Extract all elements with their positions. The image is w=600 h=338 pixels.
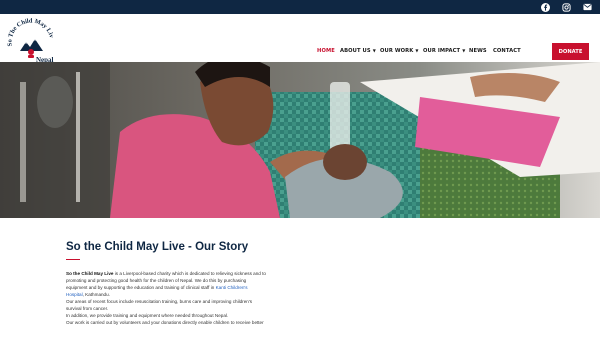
nav-news[interactable]: NEWS — [469, 48, 487, 54]
nav-our-impact[interactable]: OUR IMPACT ▼ — [423, 48, 465, 54]
nav-our-work[interactable]: OUR WORK ▼ — [380, 48, 419, 54]
facebook-icon[interactable] — [540, 2, 550, 12]
chevron-down-icon: ▼ — [415, 48, 419, 53]
chevron-down-icon: ▼ — [372, 48, 376, 53]
nav-contact[interactable]: CONTACT — [493, 48, 521, 54]
kanti-hospital-link-cont[interactable]: Hospital — [66, 292, 83, 297]
title-underline — [66, 259, 80, 261]
email-icon[interactable] — [582, 2, 592, 12]
logo-title: So The Child May Live — [6, 18, 55, 47]
chevron-down-icon: ▼ — [462, 48, 466, 53]
charity-name: So the Child May Live — [66, 271, 114, 276]
site-logo[interactable]: So The Child May Live Nepal — [5, 13, 56, 64]
nav-home[interactable]: HOME — [317, 48, 335, 54]
donate-button[interactable]: DONATE — [552, 43, 589, 60]
nav-about-us[interactable]: ABOUT US ▼ — [340, 48, 376, 54]
site-header: So The Child May Live Nepal HOME ABOUT U… — [0, 13, 600, 64]
page-title: So the Child May Live - Our Story — [66, 241, 249, 253]
story-paragraph: So the Child May Live is a Liverpool-bas… — [66, 271, 266, 325]
top-bar — [0, 0, 600, 14]
hero-image — [0, 62, 600, 218]
instagram-icon[interactable] — [561, 2, 571, 12]
kanti-hospital-link[interactable]: Kanti Children's — [216, 285, 248, 290]
svg-text:So The Child May Live: So The Child May Live — [6, 18, 55, 47]
